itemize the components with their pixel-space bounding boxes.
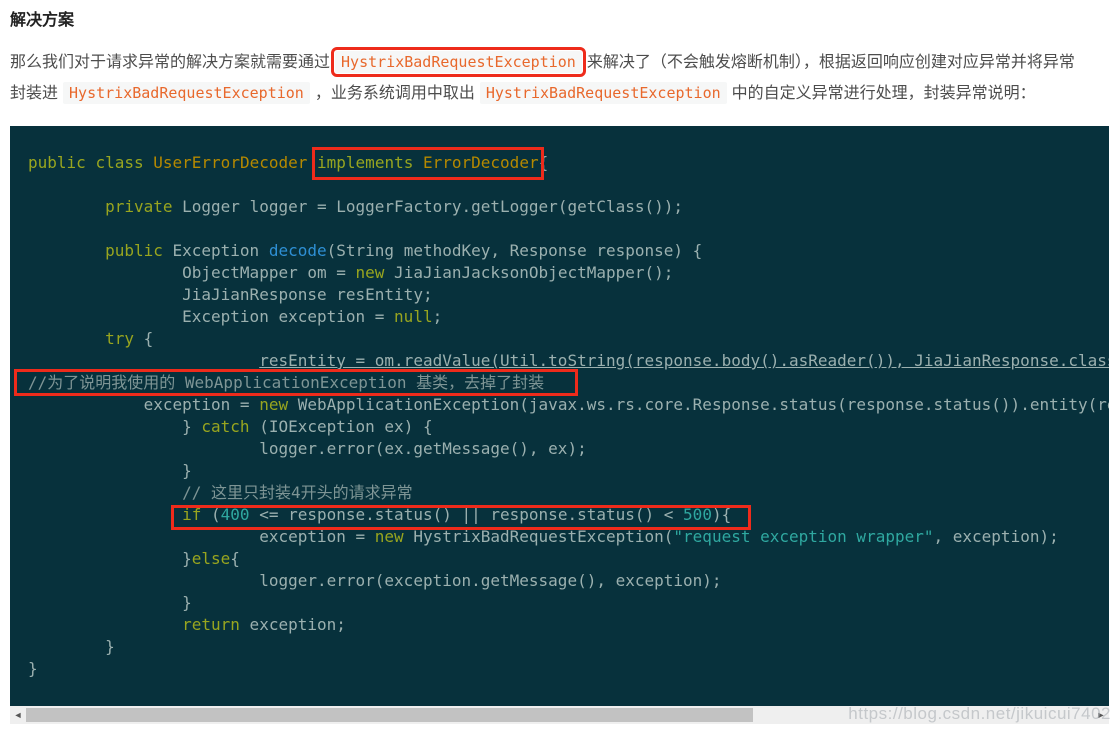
- code-line: if (400 <= response.status() || response…: [182, 505, 732, 524]
- code-line: exception = new WebApplicationException(…: [28, 395, 1109, 414]
- inline-code-highlighted: HystrixBadRequestException: [331, 47, 586, 77]
- code-line: return exception;: [182, 615, 346, 634]
- code-line: }: [28, 593, 192, 612]
- paragraph-text: 封装进: [10, 85, 59, 102]
- code-line: logger.error(ex.getMessage(), ex);: [28, 439, 587, 458]
- paragraph-text: ，业务系统调用中取出: [314, 85, 475, 102]
- blog-article-page: 解决方案 那么我们对于请求异常的解决方案就需要通过 HystrixBadReque…: [0, 0, 1119, 738]
- code-line: }: [28, 637, 115, 656]
- intro-paragraph: 那么我们对于请求异常的解决方案就需要通过 HystrixBadRequestExc…: [10, 47, 1115, 109]
- code-line: } catch (IOException ex) {: [28, 417, 433, 436]
- code-line: try {: [105, 329, 154, 348]
- code-line: //为了说明我使用的 WebApplicationException 基类，去掉…: [28, 373, 545, 392]
- paragraph-line-1: 那么我们对于请求异常的解决方案就需要通过 HystrixBadRequestExc…: [10, 47, 1115, 78]
- watermark: https://blog.csdn.net/jikuicui7402: [848, 704, 1111, 723]
- paragraph-text: 那么我们对于请求异常的解决方案就需要通过: [10, 54, 331, 71]
- paragraph-line-2: 封装进 HystrixBadRequestException ，业务系统调用中取出 H…: [10, 78, 1115, 109]
- code-line: resEntity = om.readValue(Util.toString(r…: [259, 351, 1109, 370]
- scroll-left-arrow-icon[interactable]: ◄: [10, 706, 26, 724]
- scrollbar-thumb[interactable]: [26, 708, 753, 722]
- paragraph-text: 来解决了（不会触发熔断机制），根据返回响应创建对应异常并将异常: [586, 54, 1075, 71]
- code-line: logger.error(exception.getMessage(), exc…: [28, 571, 722, 590]
- section-heading: 解决方案: [10, 12, 75, 29]
- code-line: // 这里只封装4开头的请求异常: [182, 483, 413, 502]
- code-line: public class UserErrorDecoder implements…: [28, 153, 549, 172]
- paragraph-text: 中的自定义异常进行处理，封装异常说明：: [731, 85, 1036, 102]
- code-line: public Exception decode(String methodKey…: [105, 241, 703, 260]
- code-line: ObjectMapper om = new JiaJianJacksonObje…: [28, 263, 674, 282]
- code-line: }: [28, 659, 38, 678]
- code-line: JiaJianResponse resEntity;: [28, 285, 433, 304]
- inline-code: HystrixBadRequestException: [63, 82, 310, 104]
- code-line: exception = new HystrixBadRequestExcepti…: [28, 527, 1059, 546]
- code-line: Exception exception = null;: [28, 307, 443, 326]
- code-content: public class UserErrorDecoder implements…: [10, 126, 1109, 680]
- code-block: public class UserErrorDecoder implements…: [10, 126, 1109, 706]
- inline-code: HystrixBadRequestException: [479, 82, 727, 104]
- code-line: }: [28, 461, 192, 480]
- code-line: }else{: [28, 549, 240, 568]
- code-line: private Logger logger = LoggerFactory.ge…: [105, 197, 684, 216]
